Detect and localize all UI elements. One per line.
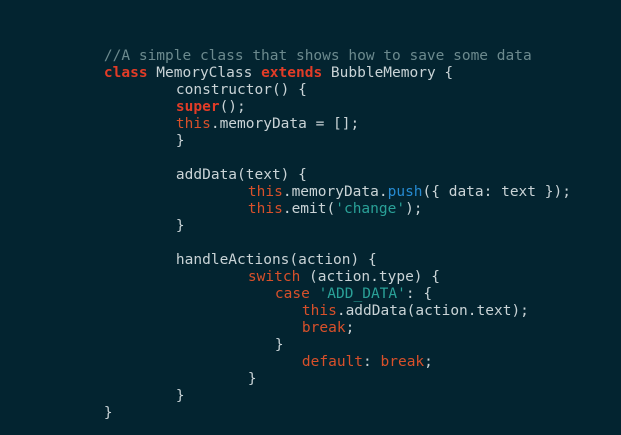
code-line-20: } bbox=[213, 354, 257, 387]
semicolon-token: ; bbox=[345, 320, 355, 336]
code-line-5: this.memoryData = []; bbox=[141, 99, 359, 132]
close-brace: } bbox=[175, 218, 185, 234]
push-args-token: ({ data: text }); bbox=[422, 184, 571, 200]
code-line-21: } bbox=[141, 371, 185, 404]
semicolon-token: ; bbox=[424, 354, 433, 370]
code-line-14: switch (action.type) { bbox=[213, 252, 440, 285]
code-line-15: case 'ADD_DATA': { bbox=[240, 269, 432, 302]
code-line-13: handleActions(action) { bbox=[141, 235, 377, 268]
code-line-22: } bbox=[69, 388, 113, 421]
close-brace: } bbox=[103, 405, 113, 421]
break-keyword: break bbox=[301, 320, 346, 336]
code-line-16: this.addData(action.text); bbox=[267, 286, 529, 319]
code-line-4: super(); bbox=[141, 82, 246, 115]
parent-class-token: BubbleMemory { bbox=[322, 65, 454, 81]
code-line-1: //A simple class that shows how to save … bbox=[69, 31, 532, 64]
code-editor[interactable]: //A simple class that shows how to save … bbox=[0, 0, 621, 435]
code-line-19: default: break; bbox=[267, 337, 433, 370]
code-line-8: addData(text) { bbox=[141, 150, 307, 183]
close-brace: } bbox=[247, 371, 257, 387]
emit-call-token: .emit( bbox=[282, 201, 336, 217]
add-data-call-token: .addData(action.text); bbox=[336, 303, 529, 319]
code-line-11: } bbox=[141, 201, 185, 234]
code-line-2: class MemoryClass extends BubbleMemory { bbox=[69, 48, 453, 81]
code-line-9: this.memoryData.push({ data: text }); bbox=[213, 167, 571, 200]
code-line-3: constructor() { bbox=[141, 65, 307, 98]
default-keyword: default bbox=[301, 354, 364, 370]
close-brace: } bbox=[175, 133, 185, 149]
this-keyword: this bbox=[247, 201, 283, 217]
code-line-17: break; bbox=[267, 303, 354, 336]
break-keyword: break bbox=[380, 354, 425, 370]
close-brace: } bbox=[175, 388, 185, 404]
code-line-18: } bbox=[240, 320, 284, 353]
default-colon-token: : bbox=[363, 354, 381, 370]
code-line-10: this.emit('change'); bbox=[213, 184, 423, 217]
memory-init-token: .memoryData = []; bbox=[210, 116, 360, 132]
emit-end-token: ); bbox=[405, 201, 423, 217]
change-string: 'change' bbox=[335, 201, 406, 217]
code-line-6: } bbox=[141, 116, 185, 149]
